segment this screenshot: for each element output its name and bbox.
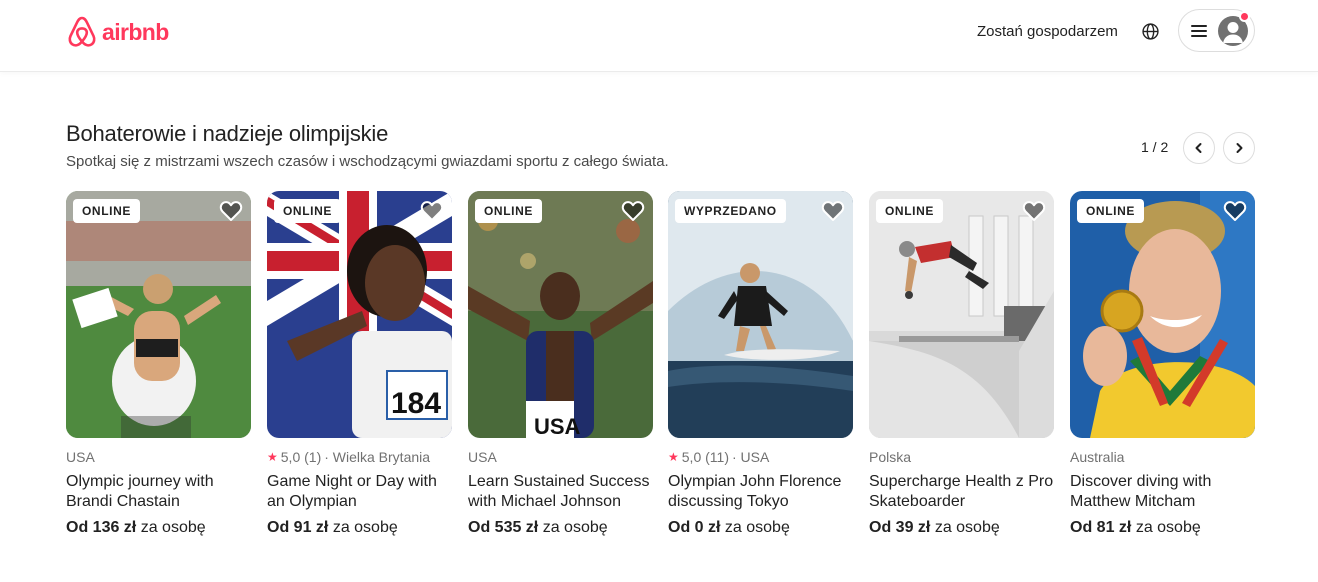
card-badge: ONLINE (475, 199, 542, 223)
card-photo-image: 184 (267, 191, 452, 438)
card-rating: 5,0 (1) (280, 449, 322, 465)
chevron-left-icon (1195, 143, 1202, 153)
card-photo[interactable]: WYPRZEDANO (668, 191, 853, 438)
card-price-suffix: za osobę (332, 519, 398, 536)
card-title[interactable]: Supercharge Health z Pro Skateboarder (869, 472, 1054, 512)
card-photo[interactable]: ONLINE (1070, 191, 1255, 438)
card-photo-image (869, 191, 1054, 438)
logo-wordmark: airbnb (102, 18, 169, 45)
card-photo-image (1070, 191, 1255, 438)
card-photo-image (66, 191, 251, 438)
heart-icon[interactable] (621, 199, 645, 223)
chevron-right-icon (1236, 143, 1243, 153)
card-badge: ONLINE (1077, 199, 1144, 223)
card-price: Od 91 zł za osobę (267, 519, 398, 537)
card-photo-image (668, 191, 853, 438)
heart-icon[interactable] (219, 199, 243, 223)
star-icon: ★ (267, 450, 278, 464)
card-price-amount: Od 39 zł (869, 519, 931, 536)
card-location: ★ 5,0 (1) · Wielka Brytania (267, 449, 430, 465)
card-photo-image: USA (468, 191, 653, 438)
card-price-amount: Od 136 zł (66, 519, 137, 536)
airbnb-logo[interactable]: airbnb (66, 15, 169, 49)
carousel-next-button[interactable] (1223, 132, 1255, 164)
experience-card[interactable]: ONLINE Australia Discover diving with Ma… (1070, 191, 1255, 551)
card-title[interactable]: Learn Sustained Success with Michael Joh… (468, 472, 653, 512)
heart-icon[interactable] (1022, 199, 1046, 223)
section-title: Bohaterowie i nadzieje olimpijskie (66, 121, 389, 146)
card-price: Od 39 zł za osobę (869, 519, 1000, 537)
card-price-suffix: za osobę (934, 519, 1000, 536)
svg-text:USA: USA (534, 414, 581, 438)
card-photo[interactable]: USA ONLINE (468, 191, 653, 438)
notification-dot (1239, 11, 1250, 22)
card-badge: ONLINE (274, 199, 341, 223)
card-title[interactable]: Olympian John Florence discussing Tokyo (668, 472, 853, 512)
card-photo[interactable]: ONLINE (869, 191, 1054, 438)
card-location: Australia (1070, 449, 1124, 465)
card-price-suffix: za osobę (542, 519, 608, 536)
card-badge: ONLINE (876, 199, 943, 223)
hamburger-menu-icon (1191, 24, 1207, 37)
carousel-prev-button[interactable] (1183, 132, 1215, 164)
card-title[interactable]: Discover diving with Matthew Mitcham (1070, 472, 1255, 512)
card-location: Polska (869, 449, 911, 465)
card-price: Od 0 zł za osobę (668, 519, 790, 537)
top-header: airbnb Zostań gospodarzem (0, 0, 1318, 72)
card-price: Od 81 zł za osobę (1070, 519, 1201, 537)
star-icon: ★ (668, 450, 679, 464)
card-location-text: USA (468, 449, 497, 465)
airbnb-logo-icon (68, 16, 96, 47)
become-host-link[interactable]: Zostań gospodarzem (977, 21, 1118, 42)
card-price-amount: Od 91 zł (267, 519, 329, 536)
card-location: USA (66, 449, 95, 465)
card-location-text: USA (66, 449, 95, 465)
card-location-text: · USA (731, 449, 770, 465)
experience-card[interactable]: WYPRZEDANO ★ 5,0 (11) · USA Olympian Joh… (668, 191, 853, 551)
card-price-suffix: za osobę (1135, 519, 1201, 536)
card-price-amount: Od 535 zł (468, 519, 539, 536)
heart-icon[interactable] (420, 199, 444, 223)
card-title[interactable]: Olympic journey with Brandi Chastain (66, 472, 251, 512)
card-location-text: Australia (1070, 449, 1125, 465)
pagination-indicator: 1 / 2 (1141, 139, 1169, 155)
card-price: Od 535 zł za osobę (468, 519, 608, 537)
card-photo[interactable]: ONLINE (66, 191, 251, 438)
card-badge: WYPRZEDANO (675, 199, 786, 223)
card-title[interactable]: Game Night or Day with an Olympian (267, 472, 452, 512)
card-location-text: Polska (869, 449, 912, 465)
card-location-text: · Wielka Brytania (324, 449, 431, 465)
card-photo[interactable]: 184 ONLINE (267, 191, 452, 438)
card-location: USA (468, 449, 497, 465)
experience-card[interactable]: 184 ONLINE ★ 5,0 (1) · Wielka Brytania G… (267, 191, 452, 551)
card-rating: 5,0 (11) (681, 449, 729, 465)
card-price-suffix: za osobę (724, 519, 790, 536)
heart-icon[interactable] (1223, 199, 1247, 223)
experience-card[interactable]: ONLINE USA Olympic journey with Brandi C… (66, 191, 251, 551)
globe-icon[interactable] (1139, 20, 1161, 42)
card-price-amount: Od 0 zł (668, 519, 721, 536)
card-price: Od 136 zł za osobę (66, 519, 206, 537)
heart-icon[interactable] (821, 199, 845, 223)
experience-card[interactable]: USA ONLINE USA Learn Sustained Success w… (468, 191, 653, 551)
card-price-amount: Od 81 zł (1070, 519, 1132, 536)
experience-card[interactable]: ONLINE Polska Supercharge Health z Pro S… (869, 191, 1054, 551)
section-subtitle: Spotkaj się z mistrzami wszech czasów i … (66, 153, 669, 170)
card-location: ★ 5,0 (11) · USA (668, 449, 769, 465)
svg-text:184: 184 (391, 387, 441, 420)
card-price-suffix: za osobę (140, 519, 206, 536)
card-badge: ONLINE (73, 199, 140, 223)
